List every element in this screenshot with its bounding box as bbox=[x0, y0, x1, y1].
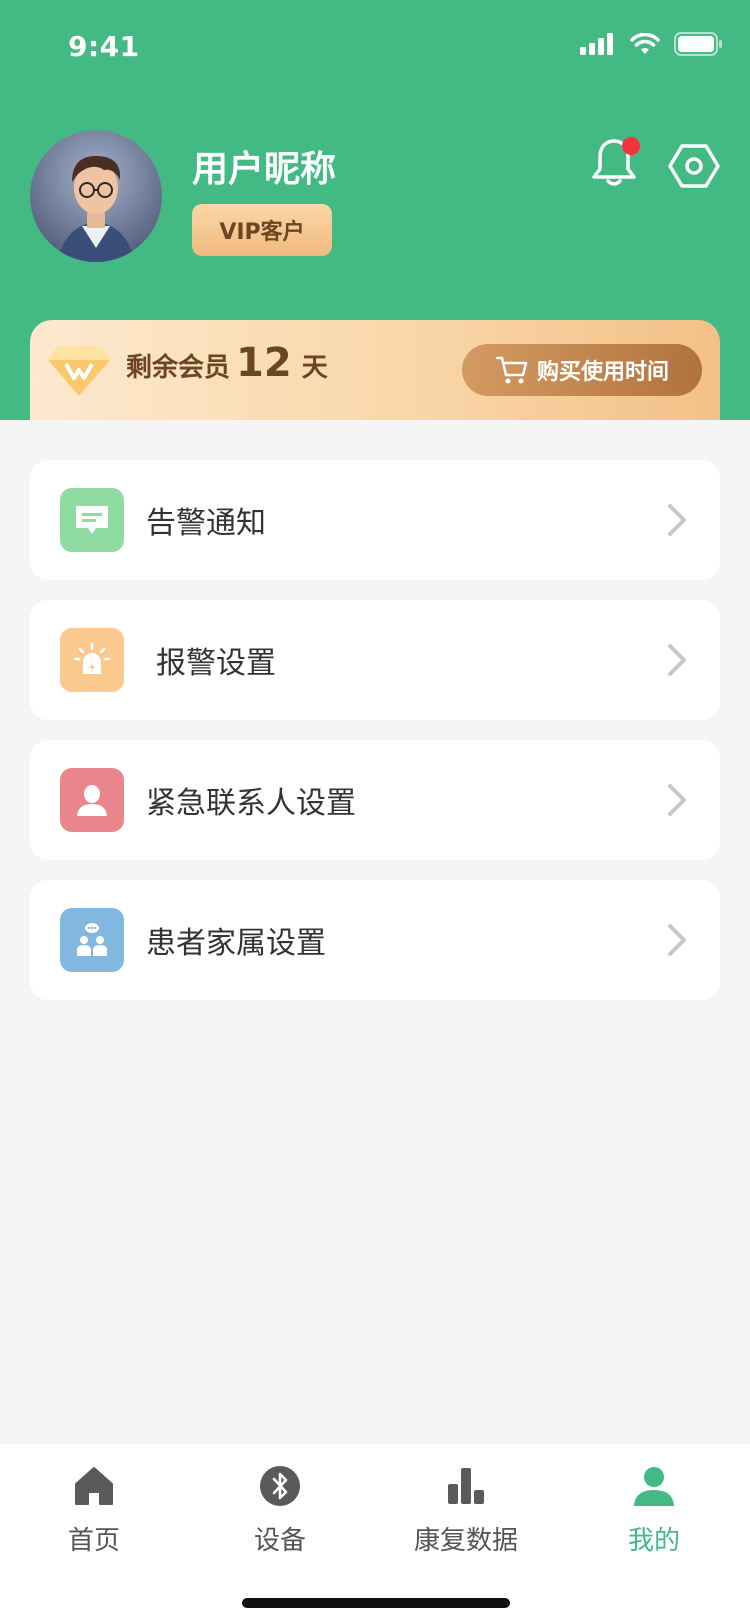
avatar-image bbox=[58, 156, 134, 262]
wifi-icon bbox=[630, 33, 660, 54]
chevron-right-icon bbox=[668, 644, 686, 676]
membership-label: 剩余会员 bbox=[126, 353, 231, 383]
status-time: 9:41 bbox=[68, 30, 140, 63]
profile-header: 9:41 用户昵称 VIP客户 剩余会员 12 天 购买使用时间 bbox=[0, 0, 750, 420]
menu-item-alarm-settings[interactable]: 报警设置 bbox=[30, 600, 720, 720]
membership-info: 剩余会员 12 天 bbox=[126, 340, 328, 386]
membership-unit: 天 bbox=[301, 353, 328, 383]
buy-time-button[interactable]: 购买使用时间 bbox=[462, 344, 702, 396]
notification-dot bbox=[622, 137, 640, 155]
diamond-vip-icon bbox=[48, 346, 110, 396]
message-icon bbox=[60, 488, 124, 552]
username: 用户昵称 bbox=[192, 149, 337, 190]
signal-icon bbox=[580, 33, 613, 55]
status-bar: 9:41 bbox=[0, 0, 750, 96]
menu-item-family-settings[interactable]: 患者家属设置 bbox=[30, 880, 720, 1000]
settings-button[interactable] bbox=[668, 140, 720, 192]
cart-icon bbox=[495, 356, 528, 384]
chevron-right-icon bbox=[668, 784, 686, 816]
home-icon bbox=[75, 1467, 113, 1505]
membership-days: 12 bbox=[236, 340, 292, 386]
tab-device[interactable]: 设备 bbox=[186, 1464, 374, 1574]
avatar[interactable] bbox=[30, 130, 162, 262]
alarm-light-icon bbox=[60, 628, 124, 692]
battery-icon bbox=[674, 32, 722, 56]
menu-item-emergency-contact[interactable]: 紧急联系人设置 bbox=[30, 740, 720, 860]
menu-item-alert-notifications[interactable]: 告警通知 bbox=[30, 460, 720, 580]
tab-mine[interactable]: 我的 bbox=[560, 1464, 748, 1574]
person-icon bbox=[634, 1467, 674, 1506]
home-indicator bbox=[242, 1598, 510, 1608]
membership-card: 剩余会员 12 天 购买使用时间 bbox=[30, 320, 720, 420]
menu-label: 紧急联系人设置 bbox=[146, 786, 356, 821]
chevron-right-icon bbox=[668, 924, 686, 956]
menu-label: 患者家属设置 bbox=[146, 926, 326, 961]
contact-person-icon bbox=[60, 768, 124, 832]
settings-hexagon-icon bbox=[668, 144, 720, 188]
bottom-tab-bar: 首页 设备 康复数据 我的 bbox=[0, 1444, 750, 1624]
tab-label: 设备 bbox=[253, 1526, 306, 1556]
menu-label: 报警设置 bbox=[156, 646, 276, 681]
bluetooth-icon bbox=[260, 1466, 300, 1506]
tab-rehab-data[interactable]: 康复数据 bbox=[372, 1464, 560, 1574]
family-icon bbox=[60, 908, 124, 972]
tab-home[interactable]: 首页 bbox=[0, 1464, 188, 1574]
vip-badge: VIP客户 bbox=[192, 204, 332, 256]
tab-label: 首页 bbox=[67, 1526, 120, 1556]
menu-label: 告警通知 bbox=[146, 506, 266, 541]
chevron-right-icon bbox=[668, 504, 686, 536]
tab-label: 康复数据 bbox=[413, 1526, 518, 1556]
bar-chart-icon bbox=[448, 1468, 484, 1504]
buy-time-label: 购买使用时间 bbox=[536, 360, 669, 385]
tab-label: 我的 bbox=[627, 1526, 680, 1556]
status-icons bbox=[580, 32, 722, 56]
notification-button[interactable] bbox=[586, 135, 642, 191]
